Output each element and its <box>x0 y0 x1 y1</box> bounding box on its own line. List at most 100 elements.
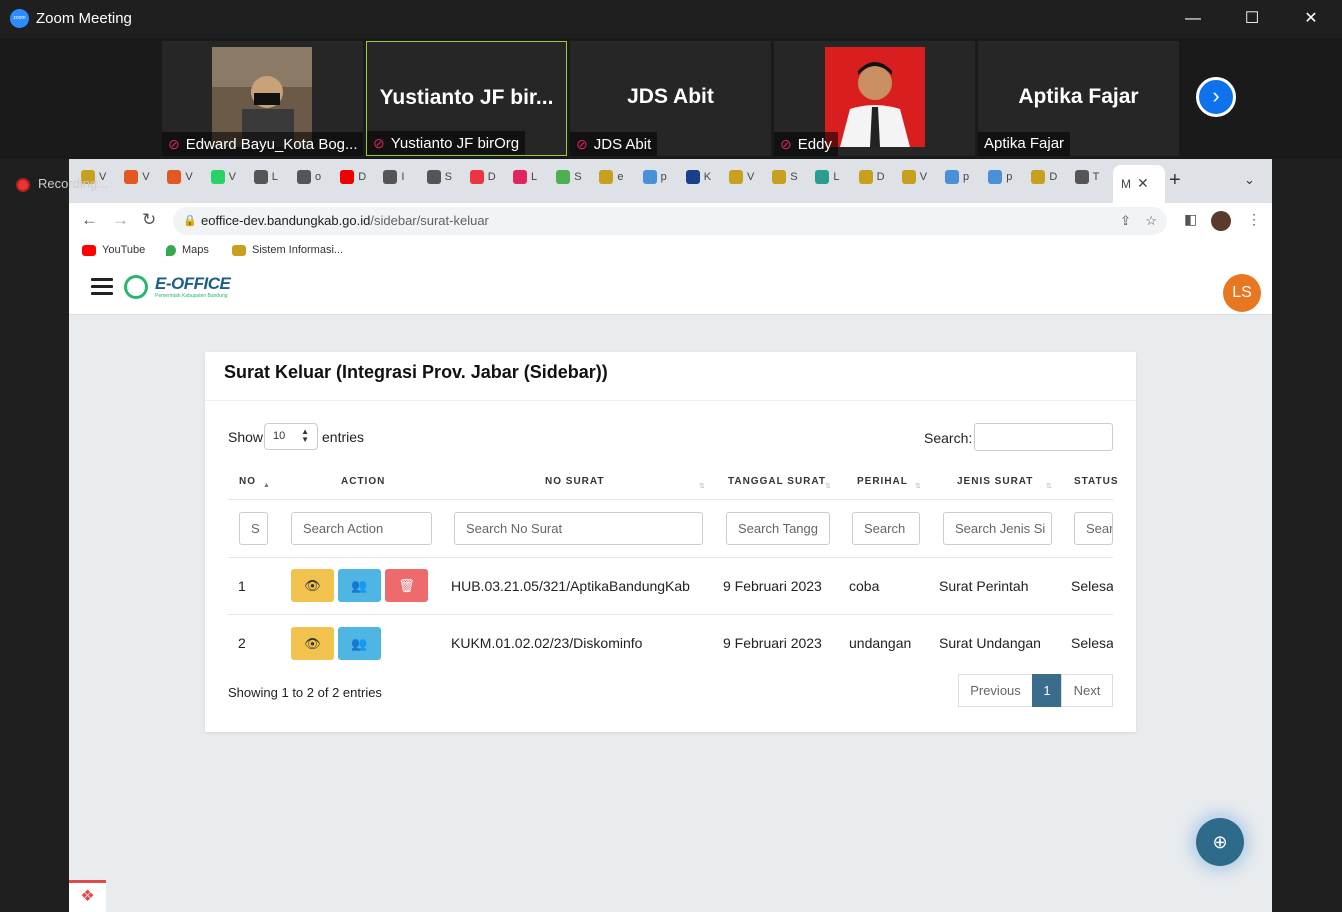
browser-tab[interactable]: S <box>772 170 814 192</box>
tab-label: V <box>919 170 928 183</box>
site-icon <box>232 244 246 256</box>
bookmark-sistem-informasi[interactable]: Sistem Informasi... <box>232 244 343 256</box>
browser-tab[interactable]: V <box>167 170 209 192</box>
browser-tab[interactable]: V <box>124 170 166 192</box>
tab-favicon-icon <box>901 170 916 184</box>
participant-label: ⊘ Yustianto JF birOrg <box>367 131 526 155</box>
participant-big-name: Yustianto JF bir... <box>379 86 554 109</box>
side-panel-icon[interactable]: ◧ <box>1184 211 1197 228</box>
participant-label: Aptika Fajar <box>978 132 1071 156</box>
tab-label: D <box>876 170 885 183</box>
bookmark-maps[interactable]: Maps <box>166 244 209 256</box>
browser-tab[interactable]: V <box>729 170 771 192</box>
view-button[interactable]: 👁 <box>291 627 334 660</box>
participant-tile[interactable]: ⊘ Eddy <box>774 41 975 156</box>
browser-tab[interactable]: L <box>513 170 555 192</box>
pagination-previous[interactable]: Previous <box>958 674 1033 707</box>
filter-status-input[interactable]: Sear <box>1074 512 1113 545</box>
minimize-icon[interactable]: — <box>1173 6 1213 32</box>
browser-tab[interactable]: V <box>210 170 253 192</box>
browser-tab[interactable]: T <box>1074 170 1117 192</box>
browser-tab[interactable]: D <box>340 170 382 192</box>
browser-tab[interactable]: L <box>815 170 857 192</box>
tab-label: D <box>487 170 496 183</box>
filter-action-input[interactable]: Search Action <box>291 512 432 545</box>
entries-select[interactable]: 10 ▲ ▼ <box>264 423 318 450</box>
search-input[interactable] <box>974 423 1113 451</box>
view-button[interactable]: 👁 <box>291 569 334 602</box>
browser-tab[interactable]: p <box>988 170 1030 192</box>
participant-name: Eddy <box>797 136 832 153</box>
app-logo: E-OFFICE <box>155 274 231 293</box>
participant-tile[interactable]: JDS Abit ⊘ JDS Abit <box>570 41 771 156</box>
sort-icon: ⇅ <box>825 483 831 490</box>
user-avatar[interactable]: LS <box>1223 274 1261 312</box>
forward-icon[interactable]: → <box>112 210 129 230</box>
col-header-no-surat[interactable]: NO SURAT <box>545 476 604 487</box>
browser-tab[interactable]: D <box>1031 170 1073 192</box>
share-icon[interactable]: ⇪ <box>1120 207 1131 235</box>
back-icon[interactable]: ← <box>81 210 98 230</box>
col-header-status[interactable]: STATUS <box>1074 476 1119 487</box>
tab-search-chevron-icon[interactable]: ⌄ <box>1244 172 1255 188</box>
browser-tab[interactable]: S <box>556 170 598 192</box>
browser-tab[interactable]: p <box>642 170 685 192</box>
filter-jenis-input[interactable]: Search Jenis Si <box>943 512 1052 545</box>
tab-close-icon[interactable]: ✕ <box>1137 175 1149 191</box>
browser-tab[interactable]: o <box>297 170 339 192</box>
reload-icon[interactable]: ↻ <box>142 210 156 230</box>
delete-button[interactable]: 🗑 <box>385 569 428 602</box>
browser-tab[interactable]: K <box>685 170 728 192</box>
sort-icon: ⇅ <box>699 483 705 490</box>
surat-keluar-card: Surat Keluar (Integrasi Prov. Jabar (Sid… <box>205 352 1136 732</box>
filter-no-surat-input[interactable]: Search No Surat <box>454 512 703 545</box>
tab-active[interactable]: M ✕ <box>1113 165 1165 203</box>
sort-asc-icon: ▲ <box>263 482 270 489</box>
bookmark-label: Maps <box>182 244 209 256</box>
filter-tanggal-input[interactable]: Search Tangg <box>726 512 830 545</box>
pagination-next[interactable]: Next <box>1061 674 1113 707</box>
menu-kebab-icon[interactable]: ⋮ <box>1247 211 1261 228</box>
col-header-perihal[interactable]: PERIHAL <box>857 476 908 487</box>
entries-select-value: 10 <box>273 430 286 442</box>
maximize-icon[interactable]: ☐ <box>1232 6 1272 32</box>
tab-label: L <box>833 170 840 183</box>
profile-avatar[interactable] <box>1211 211 1231 231</box>
next-participants-button[interactable]: › <box>1196 77 1236 117</box>
mic-muted-icon: ⊘ <box>576 136 588 152</box>
browser-tab[interactable]: S <box>426 170 469 192</box>
participant-tile[interactable]: Aptika Fajar Aptika Fajar <box>978 41 1179 156</box>
cell-no: 2 <box>238 635 246 651</box>
participant-tile[interactable]: ⊘ Edward Bayu_Kota Bog... <box>162 41 363 156</box>
browser-tab[interactable]: D <box>858 170 901 192</box>
disposisi-button[interactable]: 👥 <box>338 627 381 660</box>
zoom-titlebar: zoom Zoom Meeting — ☐ ✕ <box>0 0 1342 38</box>
col-header-action[interactable]: ACTION <box>341 476 385 487</box>
col-header-no[interactable]: NO <box>239 476 256 487</box>
cell-no: 1 <box>238 578 246 594</box>
disposisi-button[interactable]: 👥 <box>338 569 381 602</box>
laravel-icon[interactable]: ❖ <box>69 880 106 912</box>
browser-tab[interactable]: p <box>945 170 987 192</box>
col-header-tanggal-surat[interactable]: TANGGAL SURAT <box>728 476 826 487</box>
eye-icon: 👁 <box>304 578 321 593</box>
browser-tab[interactable]: D <box>469 170 512 192</box>
lock-icon: 🔒 <box>183 215 197 227</box>
browser-tab[interactable]: L <box>253 170 296 192</box>
filter-perihal-input[interactable]: Search <box>852 512 920 545</box>
close-icon[interactable]: ✕ <box>1291 6 1331 32</box>
bookmark-youtube[interactable]: YouTube <box>82 244 145 256</box>
browser-tab[interactable]: I <box>383 170 425 192</box>
browser-tab[interactable]: e <box>599 170 641 192</box>
bookmark-star-icon[interactable]: ☆ <box>1145 207 1157 235</box>
participant-tile[interactable]: Yustianto JF bir... ⊘ Yustianto JF birOrg <box>366 41 567 156</box>
tab-label: S <box>444 170 452 183</box>
col-header-jenis-surat[interactable]: JENIS SURAT <box>957 476 1033 487</box>
filter-no-input[interactable]: S <box>239 512 268 545</box>
browser-tab[interactable]: V <box>901 170 944 192</box>
floating-action-button[interactable]: ⊕ <box>1196 818 1244 866</box>
hamburger-menu-icon[interactable] <box>91 278 113 296</box>
address-bar[interactable]: 🔒 eoffice-dev.bandungkab.go.id/sidebar/su… <box>173 207 1167 235</box>
pagination-page-1[interactable]: 1 <box>1032 674 1062 707</box>
new-tab-button[interactable]: + <box>1169 169 1181 192</box>
